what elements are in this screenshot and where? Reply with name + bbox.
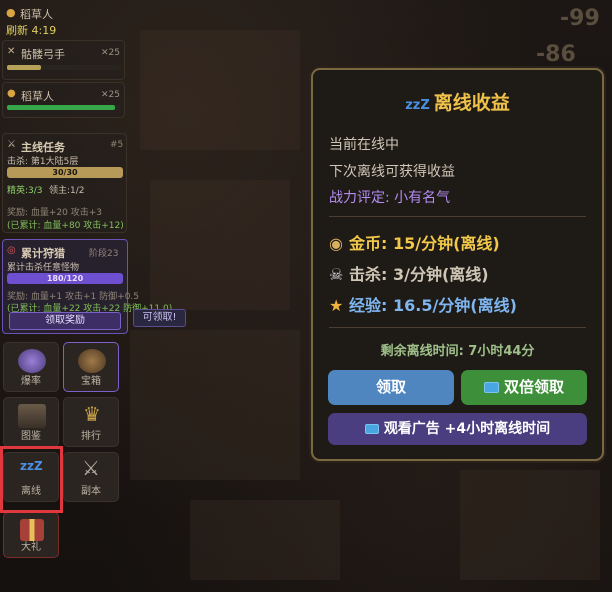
combat-rating: 战力评定: 小有名气 <box>329 187 450 207</box>
pumpkin-icon: ● <box>6 6 16 19</box>
drop-rate-label: 爆率 <box>21 376 41 387</box>
gift-label: 大礼 <box>21 542 41 553</box>
divider <box>329 216 586 217</box>
damage-number: -99 <box>560 6 600 31</box>
main-quest-number: #5 <box>110 140 124 150</box>
crossed-bones-icon: ✕ <box>7 46 16 57</box>
main-quest-card[interactable]: ⚔ 主线任务 #5 击杀: 第1大陆5层 30/30 精英:3/3 领主:1/2… <box>2 133 127 233</box>
kill-rate-text: 击杀: 3/分钟(离线) <box>349 265 489 284</box>
boss-count: 领主:1/2 <box>49 186 85 196</box>
pumpkin-icon: ● <box>7 88 16 99</box>
watch-ad-button[interactable]: 观看广告 +4小时离线时间 <box>328 413 587 445</box>
claimable-tooltip: 可领取! <box>133 309 186 327</box>
divider <box>329 327 586 328</box>
chest-button[interactable]: 宝箱 <box>63 342 119 392</box>
main-quest-progress-text: 30/30 <box>52 168 78 177</box>
offline-rewards-dialog: zzZ 离线收益 当前在线中 下次离线可获得收益 战力评定: 小有名气 ◉ 金币: … <box>311 68 604 461</box>
main-quest-progress: 30/30 <box>7 167 123 178</box>
monster-card-skeleton-archer[interactable]: ✕ 骷髅弓手 ✕25 <box>2 40 125 80</box>
chest-label: 宝箱 <box>81 376 101 387</box>
double-claim-label: 双倍领取 <box>503 378 564 396</box>
orb-icon <box>18 349 46 373</box>
monster-card-scarecrow[interactable]: ● 稻草人 ✕25 <box>2 82 125 118</box>
exp-rate-text: 经验: 16.5/分钟(离线) <box>349 296 517 315</box>
main-quest-title: 主线任务 <box>21 141 65 154</box>
hunt-progress-text: 180/120 <box>46 274 84 283</box>
monster-name: 骷髅弓手 <box>21 48 65 61</box>
ranking-button[interactable]: ♛ 排行 <box>63 397 119 447</box>
hunt-stage: 阶段23 <box>89 249 119 259</box>
tv-icon <box>364 424 379 434</box>
watch-ad-label: 观看广告 +4小时离线时间 <box>383 421 551 437</box>
remaining-time: 剩余离线时间: 7小时44分 <box>380 344 535 359</box>
trophy-icon: ♛ <box>83 402 101 426</box>
monster-hp-bar <box>7 105 121 110</box>
sleep-icon: zzZ <box>405 98 430 113</box>
dungeon-button[interactable]: ⚔ 副本 <box>63 452 119 502</box>
drop-rate-button[interactable]: 爆率 <box>3 342 59 392</box>
hunt-card: ◎ 累计狩猎 阶段23 累计击杀任意怪物 180/120 奖励: 血量+1 攻击… <box>2 239 172 334</box>
hunt-progress: 180/120 <box>7 273 123 284</box>
rating-label: 战力评定: <box>329 190 390 206</box>
double-claim-button[interactable]: 双倍领取 <box>461 370 587 405</box>
gift-button[interactable]: 大礼 <box>3 512 59 558</box>
hunt-title: 累计狩猎 <box>21 247 65 260</box>
exp-rate: ★ 经验: 16.5/分钟(离线) <box>329 292 517 316</box>
book-icon <box>18 404 46 428</box>
damage-number: -86 <box>536 42 576 67</box>
monster-count: ✕25 <box>101 48 120 58</box>
skull-icon: ☠ <box>329 265 344 284</box>
money-bag-icon: ◉ <box>329 234 343 253</box>
star-icon: ★ <box>329 296 344 315</box>
main-quest-accumulated: (已累计: 血量+80 攻击+12) <box>7 221 124 231</box>
dialog-title: 离线收益 <box>433 92 510 114</box>
gold-rate: ◉ 金币: 15/分钟(离线) <box>329 230 500 254</box>
elite-count: 精英:3/3 <box>7 186 43 196</box>
swords-icon: ⚔ <box>7 139 16 150</box>
dialog-title-row: zzZ 离线收益 <box>313 88 602 115</box>
claim-reward-button[interactable]: 领取奖励 <box>9 312 121 330</box>
gold-rate-text: 金币: 15/分钟(离线) <box>349 234 500 253</box>
codex-label: 图鉴 <box>21 431 41 442</box>
tv-icon <box>483 382 499 393</box>
refresh-timer: 刷新 4:19 <box>6 24 57 37</box>
online-status: 当前在线中 <box>329 137 399 153</box>
dungeon-label: 副本 <box>81 486 101 497</box>
crossed-swords-icon: ⚔ <box>82 456 100 480</box>
main-quest-objective: 击杀: 第1大陆5层 <box>7 157 79 167</box>
kill-rate: ☠ 击杀: 3/分钟(离线) <box>329 261 489 285</box>
top-monster-name: 稻草人 <box>20 8 53 21</box>
monster-hp-bar <box>7 65 121 70</box>
codex-button[interactable]: 图鉴 <box>3 397 59 447</box>
offline-highlight <box>0 446 63 513</box>
ranking-label: 排行 <box>81 431 101 442</box>
rating-value: 小有名气 <box>394 190 451 206</box>
target-icon: ◎ <box>7 245 16 256</box>
monster-name: 稻草人 <box>21 90 54 103</box>
hunt-objective: 累计击杀任意怪物 <box>7 263 80 273</box>
main-quest-reward: 奖励: 血量+20 攻击+3 <box>7 208 103 218</box>
next-offline-text: 下次离线可获得收益 <box>329 164 455 180</box>
claim-button[interactable]: 领取 <box>328 370 454 405</box>
chest-icon <box>78 349 106 373</box>
monster-count: ✕25 <box>101 90 120 100</box>
